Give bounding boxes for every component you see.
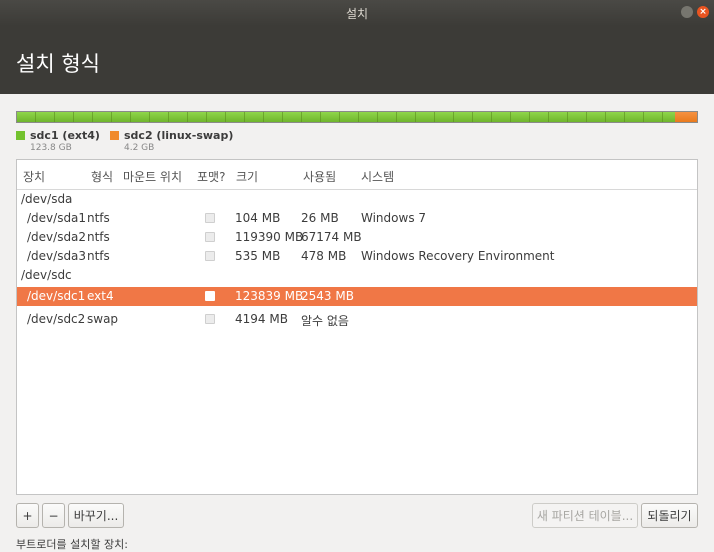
- cell-size: 535 MB: [235, 249, 281, 263]
- cell-device: /dev/sdc2: [27, 312, 86, 326]
- cell-device: /dev/sda: [21, 192, 73, 206]
- table-row[interactable]: /dev/sda: [17, 190, 697, 209]
- cell-used: 478 MB: [301, 249, 347, 263]
- format-checkbox[interactable]: [205, 291, 215, 301]
- legend-size-sdc2: 4.2 GB: [124, 143, 155, 153]
- add-partition-button[interactable]: +: [16, 503, 39, 528]
- legend-swatch-sdc2: [110, 131, 119, 140]
- cell-device: /dev/sdc1: [27, 289, 86, 303]
- table-row[interactable]: /dev/sdc1 ext4 123839 MB 2543 MB: [17, 287, 697, 306]
- column-system[interactable]: 시스템: [361, 168, 394, 185]
- table-row[interactable]: /dev/sda3 ntfs 535 MB 478 MB Windows Recover…: [17, 247, 697, 266]
- legend-size-sdc1: 123.8 GB: [30, 143, 72, 153]
- column-size[interactable]: 크기: [236, 168, 258, 185]
- cell-device: /dev/sda3: [27, 249, 87, 263]
- cell-size: 4194 MB: [235, 312, 288, 326]
- cell-device: /dev/sdc: [21, 268, 72, 282]
- cell-type: ntfs: [87, 249, 110, 263]
- new-partition-table-button[interactable]: 새 파티션 테이블...: [532, 503, 638, 528]
- cell-type: swap: [87, 312, 119, 326]
- column-mount[interactable]: 마운트 위치: [123, 168, 182, 185]
- legend-swatch-sdc1: [16, 131, 25, 140]
- format-checkbox[interactable]: [205, 232, 215, 242]
- close-icon[interactable]: ×: [697, 6, 709, 18]
- revert-button[interactable]: 되돌리기: [641, 503, 698, 528]
- table-row[interactable]: /dev/sdc: [17, 266, 697, 285]
- column-used[interactable]: 사용됨: [303, 168, 336, 185]
- cell-device: /dev/sda1: [27, 211, 87, 225]
- partition-bar-segment: [674, 112, 697, 122]
- cell-type: ntfs: [87, 211, 110, 225]
- cell-size: 123839 MB: [235, 289, 304, 303]
- cell-device: /dev/sda2: [27, 230, 87, 244]
- table-row[interactable]: /dev/sda2 ntfs 119390 MB 67174 MB: [17, 228, 697, 247]
- table-header: 장치 형식 마운트 위치 포맷? 크기 사용됨 시스템: [17, 160, 697, 190]
- page-title: 설치 형식: [16, 52, 100, 76]
- cell-used: 알수 없음: [301, 314, 349, 328]
- partition-bar-segment: [17, 112, 675, 122]
- window-title: 설치: [345, 7, 369, 21]
- legend-name-sdc2: sdc2 (linux-swap): [124, 129, 234, 142]
- window-titlebar: 설치 ×: [0, 0, 714, 26]
- cell-type: ntfs: [87, 230, 110, 244]
- cell-system: Windows 7: [361, 211, 427, 225]
- table-row[interactable]: /dev/sda1 ntfs 104 MB 26 MB Windows 7: [17, 209, 697, 228]
- legend-name-sdc1: sdc1 (ext4): [30, 129, 100, 142]
- cell-used: 26 MB: [301, 211, 339, 225]
- page-header: 설치 형식: [0, 26, 714, 94]
- change-partition-button[interactable]: 바꾸기...: [68, 503, 124, 528]
- cell-system: Windows Recovery Environment: [361, 249, 555, 263]
- column-format[interactable]: 포맷?: [197, 168, 225, 185]
- cell-size: 119390 MB: [235, 230, 304, 244]
- partition-bar: [16, 111, 698, 123]
- table-row[interactable]: /dev/sdc2 swap 4194 MB 알수 없음: [17, 310, 697, 329]
- format-checkbox[interactable]: [205, 213, 215, 223]
- format-checkbox[interactable]: [205, 314, 215, 324]
- column-device[interactable]: 장치: [23, 168, 45, 185]
- cell-used: 67174 MB: [301, 230, 362, 244]
- column-type[interactable]: 형식: [91, 168, 113, 185]
- table-body: /dev/sda/dev/sda1 ntfs 104 MB 26 MB Windows …: [17, 190, 697, 329]
- cell-size: 104 MB: [235, 211, 281, 225]
- cell-type: ext4: [87, 289, 114, 303]
- cell-used: 2543 MB: [301, 289, 354, 303]
- partition-table[interactable]: 장치 형식 마운트 위치 포맷? 크기 사용됨 시스템 /dev/sda/dev…: [16, 159, 698, 495]
- bootloader-device-label: 부트로더를 설치할 장치:: [16, 538, 128, 551]
- format-checkbox[interactable]: [205, 251, 215, 261]
- remove-partition-button[interactable]: −: [42, 503, 65, 528]
- minimize-icon[interactable]: [681, 6, 693, 18]
